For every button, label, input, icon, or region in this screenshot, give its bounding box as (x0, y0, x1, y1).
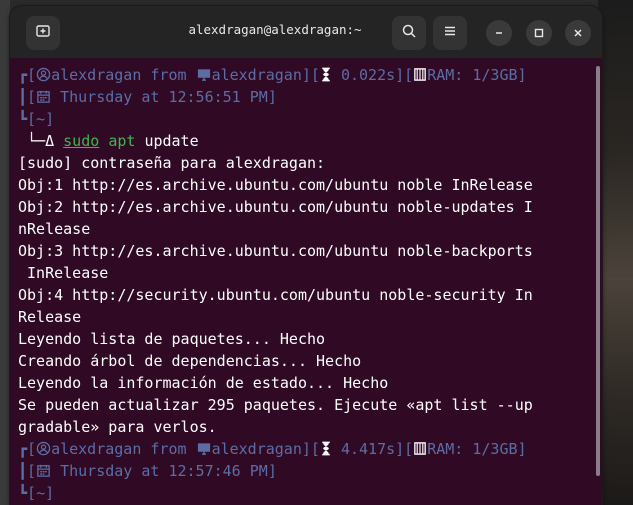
desktop-wallpaper (598, 0, 633, 505)
menu-icon (442, 23, 458, 43)
calendar-icon (36, 88, 51, 110)
user-icon (36, 440, 51, 462)
calendar-icon (36, 462, 51, 484)
prompt-date: Thursday at 12:57:46 PM (60, 462, 268, 480)
computer-icon (196, 66, 212, 88)
computer-icon (196, 440, 212, 462)
memory-icon (413, 440, 427, 462)
hourglass-icon (320, 440, 332, 462)
new-tab-button[interactable] (26, 16, 60, 50)
prompt-host: alexdragan (211, 66, 302, 84)
prompt-from: from (150, 66, 187, 84)
output-line: Leyendo lista de paquetes... Hecho (18, 330, 326, 348)
output-line: nRelease (18, 220, 91, 238)
output-line: Creando árbol de dependencias... Hecho (18, 352, 362, 370)
prompt-duration: 4.417s (340, 440, 396, 458)
maximize-button[interactable] (526, 20, 552, 46)
output-line: [sudo] contraseña para alexdragan: (18, 154, 326, 172)
window-title: alexdragan@alexdragan:~ (188, 22, 362, 37)
prompt-cwd: ~ (36, 110, 46, 128)
prompt-date-line: ┃[ Thursday at 12:56:51 PM] (18, 86, 594, 108)
command-symbol: Δ (45, 132, 55, 150)
prompt-cwd: ~ (36, 484, 46, 502)
output-line: Obj:4 http://security.ubuntu.com/ubuntu … (18, 286, 533, 304)
output-line: Obj:2 http://es.archive.ubuntu.com/ubunt… (18, 198, 533, 216)
close-button[interactable] (565, 20, 591, 46)
prompt-status-line: ┏[alexdragan from alexdragan][ 4.417s][R… (18, 438, 594, 460)
output-line: Se pueden actualizar 295 paquetes. Ejecu… (18, 396, 533, 414)
scrollbar[interactable] (596, 66, 600, 476)
new-tab-icon (35, 23, 51, 43)
command-apt: apt (108, 132, 136, 150)
prompt-cwd-line: ┗[~] (18, 484, 55, 502)
prompt-ram: RAM: 1/3GB (427, 440, 518, 458)
user-icon (36, 66, 51, 88)
menu-button[interactable] (433, 16, 467, 50)
search-icon (401, 23, 417, 43)
desktop-left-edge (0, 0, 10, 505)
prompt-cwd-line: ┗[~] (18, 110, 55, 128)
prompt-from: from (150, 440, 187, 458)
minimize-icon (493, 24, 505, 43)
titlebar: alexdragan@alexdragan:~ (10, 6, 602, 58)
command-sudo: sudo (63, 132, 100, 150)
prompt-host: alexdragan (211, 440, 302, 458)
output-line: InRelease (18, 264, 109, 282)
prompt-status-line: ┏[alexdragan from alexdragan][ 0.022s][R… (18, 64, 594, 86)
prompt-ram: RAM: 1/3GB (427, 66, 518, 84)
prompt-date: Thursday at 12:56:51 PM (60, 88, 268, 106)
output-line: Obj:1 http://es.archive.ubuntu.com/ubunt… (18, 176, 533, 194)
minimize-button[interactable] (486, 20, 512, 46)
output-line: Obj:3 http://es.archive.ubuntu.com/ubunt… (18, 242, 533, 260)
close-icon (572, 24, 584, 43)
output-line: gradable» para verlos. (18, 418, 217, 436)
command-args: update (144, 132, 199, 150)
search-button[interactable] (392, 16, 426, 50)
prompt-date-line: ┃[ Thursday at 12:57:46 PM] (18, 460, 594, 482)
prompt-duration: 0.022s (340, 66, 396, 84)
output-line: Leyendo la información de estado... Hech… (18, 374, 389, 392)
command-line: └─Δ sudo apt update (18, 132, 199, 150)
hourglass-icon (320, 66, 332, 88)
terminal-output[interactable]: ┏[alexdragan from alexdragan][ 0.022s][R… (18, 64, 594, 504)
memory-icon (413, 66, 427, 88)
terminal-window: alexdragan@alexdragan:~ ┏[alexdragan fr… (10, 6, 602, 505)
prompt-user: alexdragan (51, 440, 142, 458)
maximize-icon (533, 24, 545, 43)
prompt-user: alexdragan (51, 66, 142, 84)
output-line: Release (18, 308, 82, 326)
